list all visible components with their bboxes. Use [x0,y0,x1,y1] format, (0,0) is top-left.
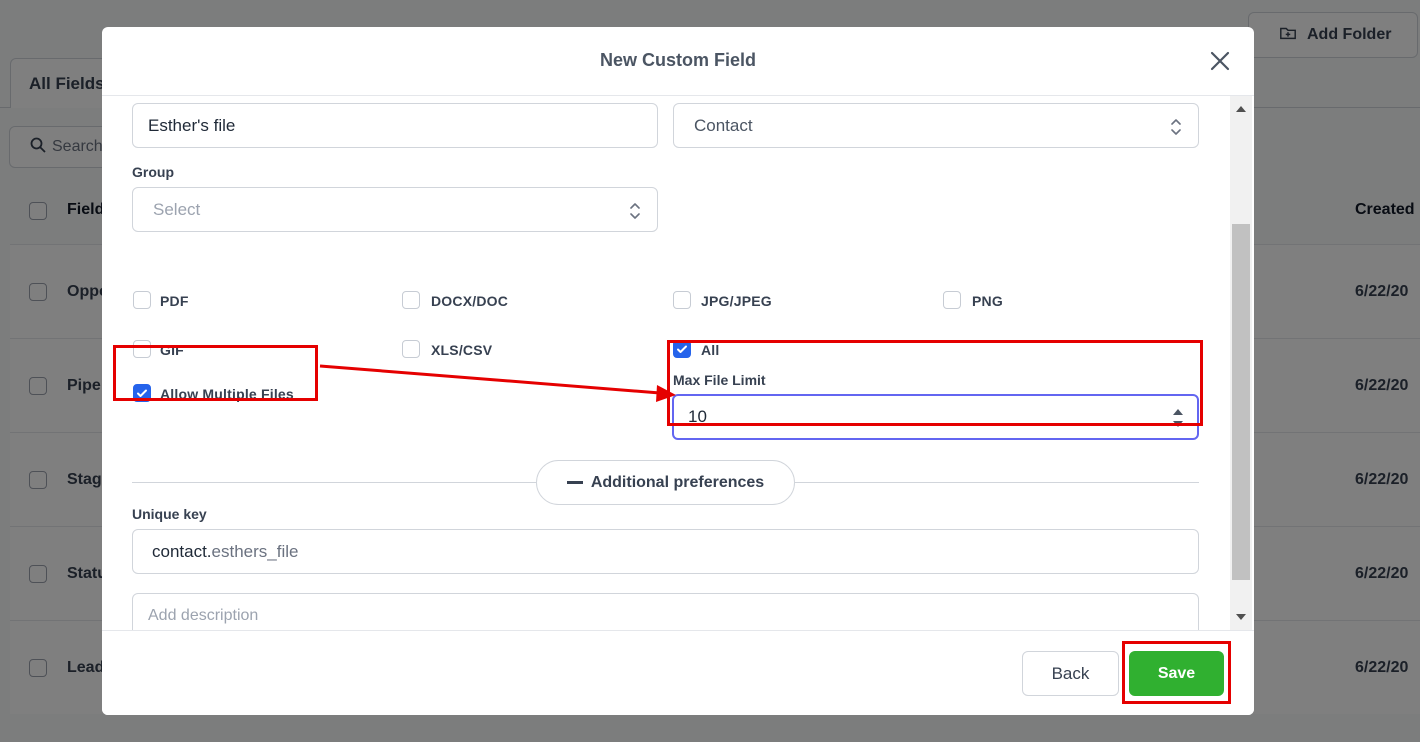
close-button[interactable] [1208,49,1232,73]
unique-key-input[interactable]: contact. esthers_file [132,529,1199,574]
checkbox-docx[interactable] [402,291,420,309]
max-file-limit-input[interactable]: 10 [672,394,1199,440]
label-all: All [701,342,720,358]
label-pdf: PDF [160,293,189,309]
checkbox-pdf[interactable] [133,291,151,309]
additional-preferences-label: Additional preferences [590,473,765,491]
label-docx: DOCX/DOC [431,293,509,309]
stepper-up-icon[interactable] [1173,409,1183,415]
group-select[interactable]: Select [132,187,658,232]
scrollbar-thumb[interactable] [1232,224,1250,580]
allow-multiple-label: Allow Multiple Files [160,386,294,402]
modal-header: New Custom Field [102,27,1254,96]
close-icon [1208,51,1232,77]
object-select[interactable]: Contact [673,103,1199,148]
modal-body: Esther's file Contact Group Select PDF D… [102,96,1254,630]
checkbox-jpg[interactable] [673,291,691,309]
label-gif: GIF [160,342,184,358]
save-button[interactable]: Save [1129,651,1224,696]
label-xls: XLS/CSV [431,342,493,358]
field-name-input[interactable]: Esther's file [132,103,658,148]
checkbox-all[interactable] [673,340,691,358]
modal-scrollbar[interactable] [1230,96,1252,630]
modal-title: New Custom Field [599,50,756,70]
max-file-limit-label: Max File Limit [673,372,766,388]
field-name-value: Esther's file [148,115,236,135]
number-stepper[interactable] [1173,408,1183,428]
minus-icon [566,481,583,484]
unique-key-prefix: contact. [152,541,212,561]
select-arrows-icon [1170,117,1182,137]
additional-preferences-button[interactable]: Additional preferences [536,460,795,505]
checkmark-icon [677,345,687,353]
checkbox-png[interactable] [943,291,961,309]
back-button[interactable]: Back [1022,651,1119,696]
description-placeholder: Add description [148,607,259,624]
label-png: PNG [972,293,1003,309]
allow-multiple-checkbox[interactable] [133,384,151,402]
select-arrows-icon [629,201,641,221]
group-label: Group [132,164,174,180]
max-file-limit-value: 10 [688,407,707,426]
checkbox-xls[interactable] [402,340,420,358]
stepper-down-icon[interactable] [1173,421,1183,427]
description-textarea[interactable]: Add description [132,593,1199,630]
label-jpg: JPG/JPEG [701,293,772,309]
modal-footer: Back Save [102,630,1254,715]
object-value: Contact [694,115,753,135]
unique-key-value: esthers_file [211,541,299,561]
unique-key-label: Unique key [132,506,207,522]
new-custom-field-modal: New Custom Field Esther's file Contact G… [102,27,1254,715]
scroll-down-icon[interactable] [1236,614,1246,620]
checkmark-icon [137,389,147,397]
checkbox-gif[interactable] [133,340,151,358]
scroll-up-icon[interactable] [1236,106,1246,112]
group-placeholder: Select [153,199,201,219]
